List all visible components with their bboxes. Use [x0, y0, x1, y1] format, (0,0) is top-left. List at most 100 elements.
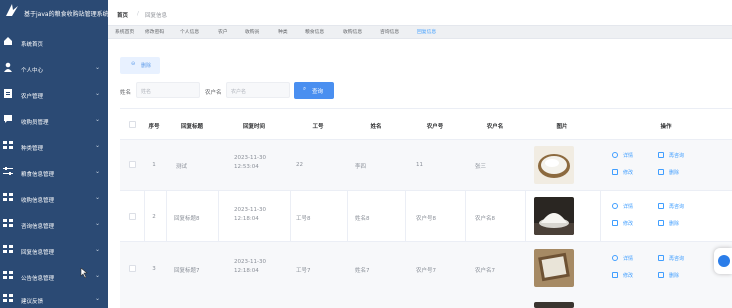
tab-home[interactable]: 系统首页 [115, 26, 134, 39]
rice-image [534, 249, 574, 287]
reconsult-label: 再咨询 [669, 256, 685, 262]
column-header-actions: 操作 [660, 124, 672, 130]
cell-farmer-name: 农户名7 [475, 268, 495, 274]
column-header-image: 图片 [556, 124, 568, 130]
cell-time: 2023-11-30 12:18:04 [234, 207, 266, 222]
reconsult-button[interactable]: 再咨询 [658, 203, 684, 210]
edit-label: 修改 [623, 221, 634, 227]
sidebar-item-reply-info[interactable]: 回复信息管理 ⌄ [0, 238, 108, 264]
tab-farmers[interactable]: 农户 [218, 26, 228, 39]
chevron-down-icon: ⌄ [95, 194, 101, 201]
row-checkbox[interactable] [129, 265, 136, 272]
chevron-down-icon: ⌄ [95, 64, 101, 71]
grid-icon [3, 141, 13, 149]
sidebar: 系统首页 个人中心 ⌄ 农户管理 ⌄ 收购员管理 ⌄ 种类管理 ⌄ 粮食信息管理… [0, 25, 108, 308]
table-row: 2 回复标题8 2023-11-30 12:18:04 工号8 姓名8 农户号8… [120, 191, 732, 242]
helper-icon [718, 255, 730, 267]
cell-name: 姓名8 [355, 216, 370, 222]
row-checkbox[interactable] [129, 213, 136, 220]
floating-helper-button[interactable] [714, 248, 732, 274]
column-header-farmer-name: 农户名 [486, 124, 504, 130]
sidebar-item-grain-info[interactable]: 粮食信息管理 ⌄ [0, 160, 108, 186]
sidebar-item-consult-info[interactable]: 咨询信息管理 ⌄ [0, 212, 108, 238]
chat-icon [4, 115, 12, 123]
edit-button[interactable]: 修改 [612, 220, 633, 227]
grid-icon [3, 245, 13, 253]
sidebar-item-label: 公告信息管理 [21, 276, 55, 282]
sidebar-item-feedback[interactable]: 建议反馈 ⌄ [0, 287, 108, 308]
reconsult-label: 再咨询 [669, 153, 685, 159]
sidebar-item-label: 咨询信息管理 [21, 224, 55, 230]
edit-label: 修改 [623, 170, 634, 176]
reconsult-button[interactable]: 再咨询 [658, 152, 684, 159]
sidebar-item-label: 个人中心 [21, 68, 44, 74]
cell-time: 2023-11-30 12:53:04 [234, 155, 266, 170]
farmer-name-filter-input[interactable]: 农户名 [226, 82, 290, 98]
sliders-icon [3, 167, 13, 175]
breadcrumb-home[interactable]: 首页 [117, 11, 128, 19]
delete-label: 删除 [141, 63, 152, 69]
detail-label: 详情 [623, 256, 634, 262]
reconsult-button[interactable]: 再咨询 [658, 255, 684, 262]
search-label: 查询 [312, 89, 324, 95]
cell-farmer-no: 11 [416, 162, 423, 168]
batch-delete-button[interactable]: ⊖ 删除 [120, 57, 160, 74]
delete-button[interactable]: 删除 [658, 169, 679, 176]
edit-label: 修改 [623, 273, 634, 279]
search-button[interactable]: ⌕ 查询 [294, 82, 334, 99]
rice-image [534, 146, 574, 184]
home-icon [4, 37, 12, 45]
chevron-down-icon: ⌄ [95, 220, 101, 227]
select-all-checkbox[interactable] [129, 121, 136, 128]
tab-categories[interactable]: 种类 [278, 26, 288, 39]
detail-button[interactable]: 详情 [612, 255, 633, 262]
delete-row-label: 删除 [669, 170, 680, 176]
delete-button[interactable]: 删除 [658, 272, 679, 279]
tab-change-password[interactable]: 修改密码 [145, 26, 164, 39]
sidebar-item-label: 粮食信息管理 [21, 172, 55, 178]
chevron-down-icon: ⌄ [95, 295, 101, 302]
column-header-name: 姓名 [370, 124, 382, 130]
sidebar-item-categories[interactable]: 种类管理 ⌄ [0, 134, 108, 160]
breadcrumb-current: 回复信息 [145, 13, 168, 19]
row-checkbox[interactable] [129, 161, 136, 168]
cell-name: 姓名7 [355, 268, 370, 274]
sidebar-item-purchase-info[interactable]: 收购信息管理 ⌄ [0, 186, 108, 212]
search-icon: ⌕ [303, 86, 307, 92]
breadcrumb: 首页 / 回复信息 [108, 0, 682, 25]
tab-grain-info[interactable]: 粮食信息 [305, 26, 324, 39]
detail-label: 详情 [623, 153, 634, 159]
tab-reply-info[interactable]: 回复信息 [417, 26, 436, 39]
clipboard-icon [4, 89, 12, 98]
edit-button[interactable]: 修改 [612, 272, 633, 279]
tab-personal-info[interactable]: 个人信息 [180, 26, 199, 39]
cell-time: 2023-11-30 12:18:04 [234, 259, 266, 274]
cell-emp-id: 22 [296, 162, 303, 168]
sidebar-item-home[interactable]: 系统首页 [0, 30, 108, 56]
cell-farmer-no: 农户号7 [416, 268, 436, 274]
edit-button[interactable]: 修改 [612, 169, 633, 176]
tab-buyers[interactable]: 收购员 [245, 26, 259, 39]
column-header-title: 回复标题 [180, 124, 204, 130]
sidebar-item-farmers[interactable]: 农户管理 ⌄ [0, 82, 108, 108]
sidebar-item-personal-center[interactable]: 个人中心 ⌄ [0, 56, 108, 82]
detail-button[interactable]: 详情 [612, 152, 633, 159]
sidebar-item-buyers[interactable]: 收购员管理 ⌄ [0, 108, 108, 134]
tab-consult-info[interactable]: 咨询信息 [380, 26, 399, 39]
tab-purchase-info[interactable]: 收购信息 [343, 26, 362, 39]
cell-farmer-name: 农户名8 [475, 216, 495, 222]
chevron-down-icon: ⌄ [95, 90, 101, 97]
cell-index: 1 [152, 162, 156, 168]
column-header-emp-id: 工号 [312, 124, 324, 130]
delete-button[interactable]: 删除 [658, 220, 679, 227]
chevron-down-icon: ⌄ [95, 142, 101, 149]
table-row: 1 测试 2023-11-30 12:53:04 22 李四 11 张三 详情 … [120, 140, 732, 191]
detail-button[interactable]: 详情 [612, 203, 633, 210]
cell-name: 李四 [355, 164, 367, 170]
main-content: 首页 / 回复信息 系统首页 修改密码 个人信息 农户 收购员 种类 粮食信息 … [108, 0, 732, 308]
name-filter-input[interactable]: 姓名 [136, 82, 200, 98]
sidebar-item-label: 收购员管理 [21, 120, 49, 126]
sidebar-item-label: 种类管理 [21, 146, 44, 152]
tab-bar: 系统首页 修改密码 个人信息 农户 收购员 种类 粮食信息 收购信息 咨询信息 … [108, 25, 732, 39]
grid-icon [3, 294, 13, 302]
